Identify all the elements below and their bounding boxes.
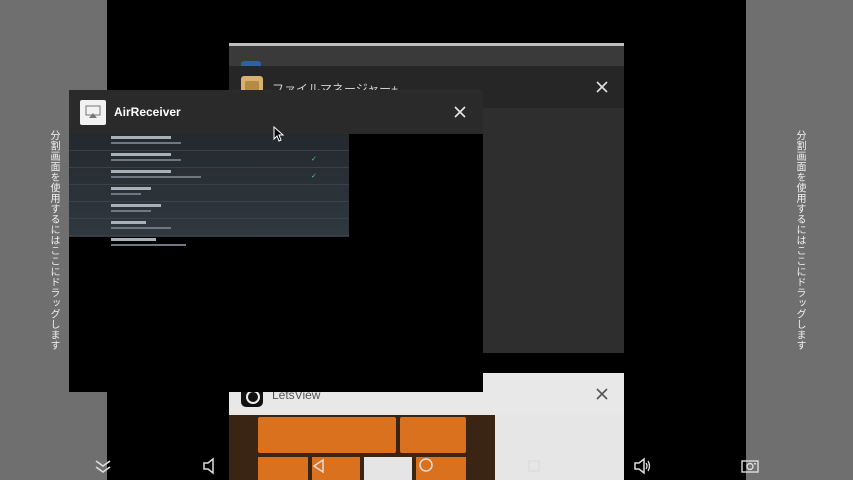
volume-down-button[interactable]: [196, 454, 224, 478]
row-label: [111, 238, 156, 241]
split-hint-right: 分割画面を使用するにはここにドラッグします: [794, 129, 805, 351]
row-detail: [111, 210, 151, 212]
letsview-tile-main: [258, 417, 396, 453]
chevron-double-down-icon: [95, 460, 111, 473]
check-icon: ✓: [311, 172, 317, 180]
letsview-tile-secondary: [400, 417, 466, 453]
row-label: [111, 170, 171, 173]
recents-button[interactable]: [520, 454, 548, 478]
row-detail: [111, 244, 186, 246]
home-button[interactable]: [412, 454, 440, 478]
camera-icon: [741, 460, 759, 473]
row-label: [111, 153, 171, 156]
row-detail: [111, 227, 171, 229]
letsview-close-icon[interactable]: [590, 382, 614, 406]
mouse-cursor-icon: [273, 126, 285, 142]
file-manager-close-icon[interactable]: [590, 75, 614, 99]
row-detail: [111, 176, 201, 178]
airplay-icon: [85, 105, 101, 118]
split-hint-left: 分割画面を使用するにはここにドラッグします: [48, 129, 59, 351]
row-label: [111, 204, 161, 207]
settings-row: [69, 134, 349, 151]
settings-row: [69, 219, 349, 236]
settings-row: [69, 185, 349, 202]
check-icon: ✓: [311, 155, 317, 163]
home-icon: [419, 458, 433, 472]
airreceiver-preview: ✓ ✓: [69, 134, 349, 246]
volume-up-icon: [634, 457, 651, 475]
airreceiver-close-icon[interactable]: [448, 100, 472, 124]
recents-icon: [528, 460, 540, 472]
letsview-logo-ring: [246, 390, 260, 404]
volume-down-icon: [203, 457, 214, 475]
row-label: [111, 221, 146, 224]
airreceiver-title: AirReceiver: [114, 105, 181, 119]
collapse-button[interactable]: [89, 454, 117, 478]
split-hint-right-wrap: 分割画面を使用するにはここにドラッグします: [746, 0, 853, 480]
settings-row: [69, 236, 349, 252]
row-label: [111, 187, 151, 190]
volume-up-button[interactable]: [628, 454, 656, 478]
row-detail: [111, 159, 181, 161]
settings-row: ✓: [69, 151, 349, 168]
navigation-bar: [0, 450, 853, 480]
row-detail: [111, 193, 141, 195]
back-icon: [312, 458, 324, 474]
settings-row: [69, 202, 349, 219]
airreceiver-app-icon: [80, 100, 106, 125]
row-label: [111, 136, 171, 139]
back-button[interactable]: [305, 454, 333, 478]
settings-row: ✓: [69, 168, 349, 185]
split-screen-drop-zone-right[interactable]: 分割画面を使用するにはここにドラッグします: [746, 0, 853, 480]
row-detail: [111, 142, 181, 144]
screenshot-button[interactable]: [736, 454, 764, 478]
